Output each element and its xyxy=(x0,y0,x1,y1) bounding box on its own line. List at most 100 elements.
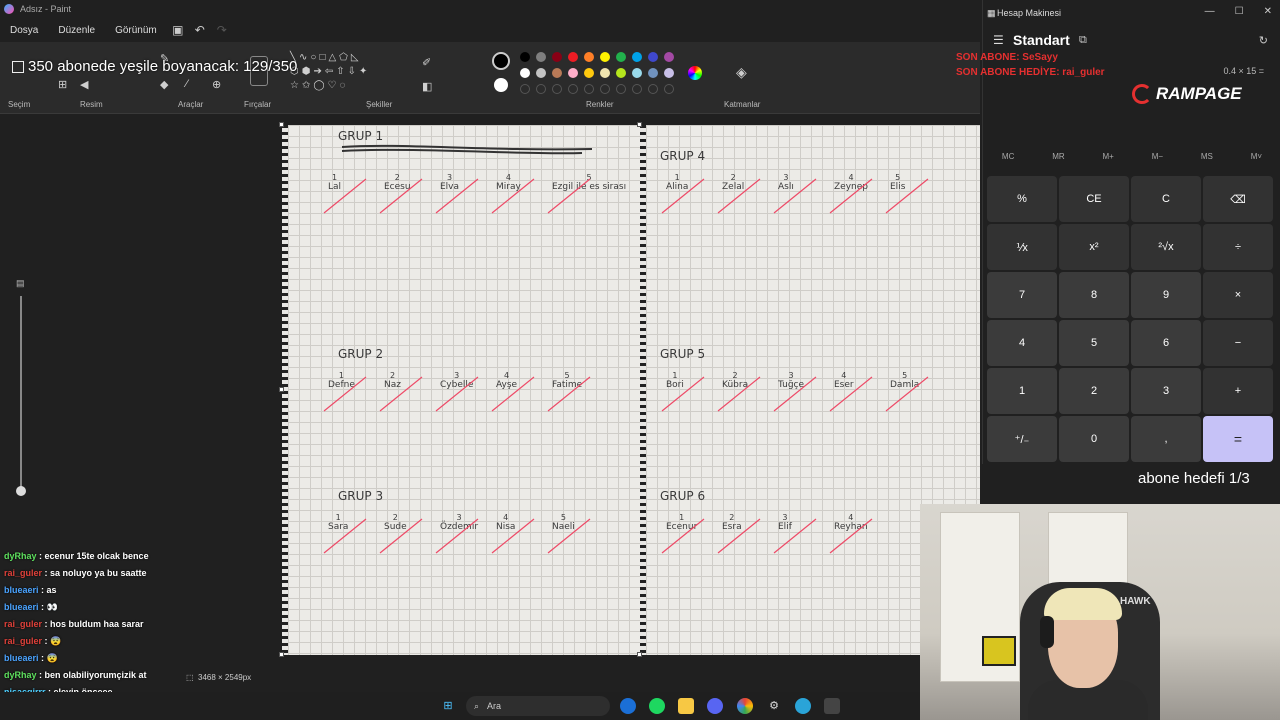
calc-key[interactable]: 6 xyxy=(1131,320,1201,366)
zoom-slider[interactable]: ▤ xyxy=(14,278,28,498)
custom-color-slot[interactable] xyxy=(536,84,546,94)
canvas-resize-handle-l[interactable] xyxy=(279,387,284,392)
calc-key[interactable]: 7 xyxy=(987,272,1057,318)
custom-color-slot[interactable] xyxy=(552,84,562,94)
chat-username[interactable]: rai_guler xyxy=(4,636,42,646)
custom-color-slot[interactable] xyxy=(632,84,642,94)
chat-username[interactable]: dyRhay xyxy=(4,670,37,680)
layers-icon[interactable]: ◈ xyxy=(736,64,747,81)
menu-view[interactable]: Görünüm xyxy=(105,25,167,36)
chat-username[interactable]: blueaeri xyxy=(4,653,39,663)
rotate-icon[interactable]: ◀ xyxy=(80,78,88,91)
custom-color-slot[interactable] xyxy=(648,84,658,94)
start-icon[interactable]: ⊞ xyxy=(440,698,456,714)
calc-key[interactable]: 0 xyxy=(1059,416,1129,462)
calc-key[interactable]: × xyxy=(1203,272,1273,318)
paint-canvas[interactable]: GRUP 1 1 Lal 2 Ecesu 3 Elva 4 Miray 5 Ezgil ile es… xyxy=(282,125,980,655)
palette-swatch[interactable] xyxy=(664,52,674,62)
calc-key[interactable]: 8 xyxy=(1059,272,1129,318)
menu-file[interactable]: Dosya xyxy=(0,25,48,36)
spotify-icon[interactable] xyxy=(649,698,665,714)
outline-icon[interactable]: ✐ xyxy=(422,56,431,69)
palette-swatch[interactable] xyxy=(632,52,642,62)
calc-key[interactable]: − xyxy=(1203,320,1273,366)
shapes-gallery-icon[interactable]: ╲∿○□△⬠◺ xyxy=(290,52,362,63)
calc-key[interactable]: 9 xyxy=(1131,272,1201,318)
palette-swatch[interactable] xyxy=(648,52,658,62)
file-explorer-icon[interactable] xyxy=(678,698,694,714)
palette-swatch[interactable] xyxy=(616,52,626,62)
color-2-icon[interactable] xyxy=(494,78,508,92)
calc-key[interactable]: , xyxy=(1131,416,1201,462)
custom-color-slot[interactable] xyxy=(584,84,594,94)
zoom-slider-thumb[interactable] xyxy=(16,486,26,496)
memory-key[interactable]: M˅ xyxy=(1251,152,1262,161)
undo-icon[interactable]: ↶ xyxy=(189,23,211,37)
eraser-icon[interactable]: ◆ xyxy=(160,78,168,91)
palette-swatch[interactable] xyxy=(632,68,642,78)
palette-swatch[interactable] xyxy=(520,68,530,78)
canvas-resize-handle-tl[interactable] xyxy=(279,122,284,127)
palette-swatch[interactable] xyxy=(568,68,578,78)
palette-swatch[interactable] xyxy=(584,68,594,78)
minimize-icon[interactable]: — xyxy=(1205,6,1215,17)
chrome-icon[interactable] xyxy=(737,698,753,714)
calc-key[interactable]: ⁺/₋ xyxy=(987,416,1057,462)
shapes-gallery-row2-icon[interactable]: ⬡⬢➔⇦⇧⇩✦ xyxy=(290,66,370,77)
custom-color-slot[interactable] xyxy=(664,84,674,94)
palette-swatch[interactable] xyxy=(536,52,546,62)
memory-key[interactable]: M+ xyxy=(1103,152,1114,161)
shapes-gallery-row3-icon[interactable]: ☆✩◯♡◌ xyxy=(290,80,348,91)
memory-key[interactable]: M− xyxy=(1152,152,1163,161)
custom-color-slot[interactable] xyxy=(568,84,578,94)
color-picker-icon[interactable]: ⁄ xyxy=(186,78,188,90)
chat-username[interactable]: rai_guler xyxy=(4,619,42,629)
browser-icon[interactable] xyxy=(795,698,811,714)
palette-swatch[interactable] xyxy=(616,68,626,78)
calc-key[interactable]: 2 xyxy=(1059,368,1129,414)
history-icon[interactable]: ↻ xyxy=(1259,34,1268,47)
maximize-icon[interactable]: ☐ xyxy=(1235,6,1244,17)
keep-on-top-icon[interactable]: ⧉ xyxy=(1079,34,1087,47)
calculator-taskbar-icon[interactable] xyxy=(824,698,840,714)
calc-key[interactable]: 4 xyxy=(987,320,1057,366)
palette-swatch[interactable] xyxy=(600,52,610,62)
calc-key[interactable]: + xyxy=(1203,368,1273,414)
taskbar-search[interactable]: ⌕ Ara xyxy=(466,696,610,716)
calc-key[interactable]: ÷ xyxy=(1203,224,1273,270)
calc-key[interactable]: 5 xyxy=(1059,320,1129,366)
calc-key[interactable]: ²√x xyxy=(1131,224,1201,270)
menu-edit[interactable]: Düzenle xyxy=(48,25,105,36)
calc-key[interactable]: ⅟x xyxy=(987,224,1057,270)
calc-key[interactable]: x² xyxy=(1059,224,1129,270)
palette-swatch[interactable] xyxy=(664,68,674,78)
app-icon-1[interactable] xyxy=(620,698,636,714)
palette-swatch[interactable] xyxy=(584,52,594,62)
canvas-resize-handle-bl[interactable] xyxy=(279,652,284,657)
palette-swatch[interactable] xyxy=(568,52,578,62)
edit-colors-icon[interactable] xyxy=(688,66,702,80)
chat-username[interactable]: blueaeri xyxy=(4,602,39,612)
custom-color-slot[interactable] xyxy=(600,84,610,94)
calc-key[interactable]: = xyxy=(1203,416,1273,462)
memory-key[interactable]: MR xyxy=(1052,152,1064,161)
palette-swatch[interactable] xyxy=(520,52,530,62)
redo-icon[interactable]: ↷ xyxy=(211,23,233,37)
canvas-resize-handle-t[interactable] xyxy=(637,122,642,127)
discord-icon[interactable] xyxy=(707,698,723,714)
save-icon[interactable]: ▣ xyxy=(167,23,189,37)
palette-swatch[interactable] xyxy=(536,68,546,78)
chat-username[interactable]: dyRhay xyxy=(4,551,37,561)
color-1-icon[interactable] xyxy=(492,52,510,70)
palette-swatch[interactable] xyxy=(552,68,562,78)
palette-swatch[interactable] xyxy=(648,68,658,78)
memory-key[interactable]: MC xyxy=(1002,152,1014,161)
calc-key[interactable]: C xyxy=(1131,176,1201,222)
palette-swatch[interactable] xyxy=(552,52,562,62)
chat-username[interactable]: blueaeri xyxy=(4,585,39,595)
hamburger-menu-icon[interactable]: ☰ xyxy=(993,33,1004,47)
magnifier-icon[interactable]: ⊕ xyxy=(212,78,221,91)
custom-color-slot[interactable] xyxy=(616,84,626,94)
calc-key[interactable]: 1 xyxy=(987,368,1057,414)
custom-color-slot[interactable] xyxy=(520,84,530,94)
